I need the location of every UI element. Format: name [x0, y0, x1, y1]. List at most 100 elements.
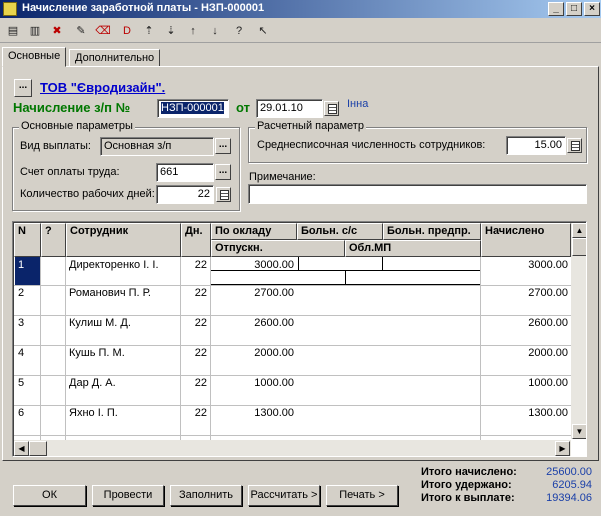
main-params-title: Основные параметры: [19, 120, 135, 132]
doc-number-field[interactable]: НЗП-000001: [157, 99, 229, 118]
employees-table[interactable]: N ? Сотрудник Дн. По окладу Больн. с/с Б…: [12, 221, 587, 457]
mark-delete-icon[interactable]: D: [118, 22, 136, 40]
minimize-button[interactable]: _: [548, 2, 564, 16]
calendar-icon[interactable]: [324, 101, 339, 116]
window-title: Начисление заработной платы - НЗП-000001: [22, 2, 265, 14]
calculate-button[interactable]: Рассчитать >: [248, 485, 320, 506]
move-down-icon[interactable]: ⇣: [162, 22, 180, 40]
row-4-salary[interactable]: 2000.00: [211, 345, 297, 361]
delete-row-icon[interactable]: ✖: [48, 22, 66, 40]
row-2-n[interactable]: 2: [15, 285, 40, 301]
app-icon: [3, 2, 17, 16]
company-select-button[interactable]: ...: [14, 79, 32, 97]
sort-desc-icon[interactable]: ↓: [206, 22, 224, 40]
horizontal-scrollbar[interactable]: [14, 440, 571, 456]
scroll-right-icon[interactable]: ▶: [555, 441, 570, 456]
title-bar[interactable]: Начисление заработной платы - НЗП-000001…: [0, 0, 601, 18]
grid-line: [298, 257, 299, 271]
row-1-n[interactable]: 1: [15, 257, 40, 273]
row-3-employee[interactable]: Кулиш М. Д.: [66, 315, 180, 331]
tab-main[interactable]: Основные: [2, 47, 67, 67]
col-header-accrued[interactable]: Начислено: [481, 223, 571, 257]
col-header-n[interactable]: N: [14, 223, 41, 257]
row-4-n[interactable]: 4: [15, 345, 40, 361]
note-label: Примечание:: [249, 171, 316, 183]
workdays-field[interactable]: 22: [156, 185, 214, 204]
col-header-days[interactable]: Дн.: [181, 223, 211, 257]
row-1-accrued[interactable]: 3000.00: [481, 257, 571, 273]
payment-type-select-button[interactable]: ...: [215, 138, 231, 154]
calculator-icon[interactable]: [567, 138, 582, 153]
date-label: от: [236, 100, 250, 115]
col-header-vacation[interactable]: Отпускн.: [211, 240, 345, 257]
row-2-days[interactable]: 22: [181, 285, 210, 301]
row-5-accrued[interactable]: 1000.00: [481, 375, 571, 391]
scroll-down-icon[interactable]: ▼: [572, 424, 586, 439]
row-3-n[interactable]: 3: [15, 315, 40, 331]
row-5-n[interactable]: 5: [15, 375, 40, 391]
col-header-salary[interactable]: По окладу: [211, 223, 297, 240]
calc-params-title: Расчетный параметр: [255, 120, 366, 132]
print-button[interactable]: Печать >: [326, 485, 398, 506]
payment-type-label: Вид выплаты:: [20, 140, 91, 152]
row-5-salary[interactable]: 1000.00: [211, 375, 297, 391]
row-5-days[interactable]: 22: [181, 375, 210, 391]
row-3-salary[interactable]: 2600.00: [211, 315, 297, 331]
copy-row-icon[interactable]: ▥: [26, 22, 44, 40]
col-header-employee[interactable]: Сотрудник: [66, 223, 181, 257]
edit-row-icon[interactable]: ✎: [72, 22, 90, 40]
date-field[interactable]: 29.01.10: [256, 99, 323, 118]
scroll-h-thumb[interactable]: [29, 441, 47, 456]
row-3-days[interactable]: 22: [181, 315, 210, 331]
account-select-button[interactable]: ...: [215, 164, 231, 180]
scroll-up-icon[interactable]: ▲: [572, 223, 586, 238]
col-header-sick-ent[interactable]: Больн. предпр.: [383, 223, 481, 240]
workdays-label: Количество рабочих дней:: [20, 188, 155, 200]
row-6-n[interactable]: 6: [15, 405, 40, 421]
sort-asc-icon[interactable]: ↑: [184, 22, 202, 40]
move-up-icon[interactable]: ⇡: [140, 22, 158, 40]
calculator-icon[interactable]: [216, 187, 231, 202]
avg-employees-field[interactable]: 15.00: [506, 136, 566, 155]
row-4-accrued[interactable]: 2000.00: [481, 345, 571, 361]
row-2-employee[interactable]: Романович П. Р.: [66, 285, 180, 301]
user-name: Інна: [347, 98, 369, 110]
row-6-employee[interactable]: Яхно І. П.: [66, 405, 180, 421]
doc-number-label: Начисление з/п №: [13, 100, 131, 115]
tab-additional[interactable]: Дополнительно: [69, 49, 161, 67]
fill-button[interactable]: Заполнить: [170, 485, 242, 506]
account-field[interactable]: 661: [156, 163, 214, 182]
col-header-obl-mp[interactable]: Обл.МП: [345, 240, 481, 257]
row-5-employee[interactable]: Дар Д. А.: [66, 375, 180, 391]
post-button[interactable]: Провести: [92, 485, 164, 506]
row-6-salary[interactable]: 1300.00: [211, 405, 297, 421]
grid-line: [345, 271, 346, 285]
row-2-salary[interactable]: 2700.00: [211, 285, 297, 301]
context-help-icon[interactable]: ↖: [254, 22, 272, 40]
payment-type-field[interactable]: Основная з/п: [100, 137, 214, 156]
total-withheld-label: Итого удержано:: [421, 479, 512, 491]
col-header-status[interactable]: ?: [41, 223, 66, 257]
maximize-button[interactable]: □: [566, 2, 582, 16]
close-button[interactable]: ×: [584, 2, 600, 16]
note-field[interactable]: [248, 184, 587, 204]
grid-line: [382, 257, 383, 271]
row-4-days[interactable]: 22: [181, 345, 210, 361]
row-6-days[interactable]: 22: [181, 405, 210, 421]
new-row-icon[interactable]: ▤: [4, 22, 22, 40]
row-1-employee[interactable]: Директоренко І. І.: [66, 257, 180, 273]
row-3-accrued[interactable]: 2600.00: [481, 315, 571, 331]
scroll-left-icon[interactable]: ◀: [14, 441, 29, 456]
ok-button[interactable]: ОК: [13, 485, 86, 506]
total-accrued-value: 25600.00: [546, 466, 592, 478]
scroll-thumb[interactable]: [572, 238, 586, 256]
company-link[interactable]: ТОВ "Євродизайн".: [40, 80, 165, 95]
row-2-accrued[interactable]: 2700.00: [481, 285, 571, 301]
row-1-days[interactable]: 22: [181, 257, 210, 273]
help-icon[interactable]: ?: [230, 22, 248, 40]
row-1-salary[interactable]: 3000.00: [211, 257, 297, 273]
row-4-employee[interactable]: Кушь П. М.: [66, 345, 180, 361]
clear-icon[interactable]: ⌫: [94, 22, 112, 40]
col-header-sick-ss[interactable]: Больн. с/с: [297, 223, 383, 240]
row-6-accrued[interactable]: 1300.00: [481, 405, 571, 421]
